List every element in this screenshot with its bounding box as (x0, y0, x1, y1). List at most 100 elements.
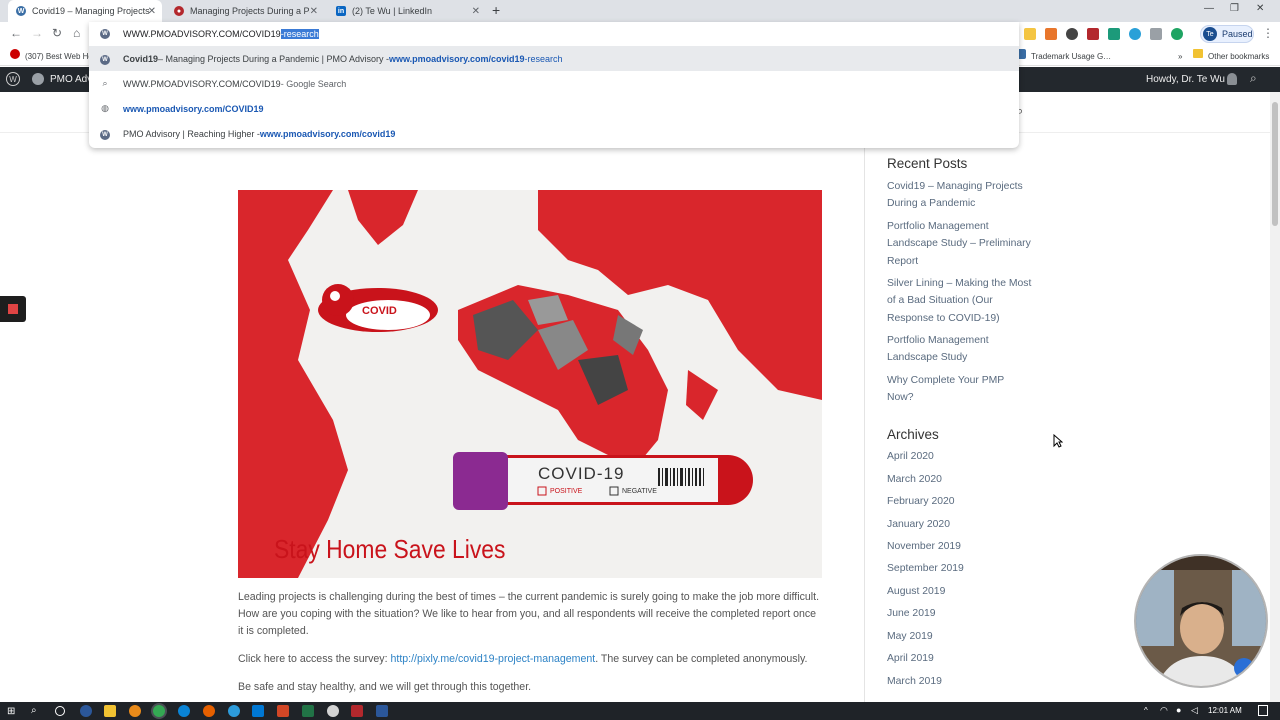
recent-post-link[interactable]: Why Complete Your PMP Now? (887, 372, 1032, 407)
archive-link[interactable]: January 2020 (887, 516, 1032, 533)
close-icon[interactable]: ✕ (310, 6, 318, 17)
notifications-icon[interactable] (1258, 705, 1268, 716)
suggestion-title: Covid19 (123, 53, 159, 64)
windows-start-icon[interactable]: ⊞ (7, 706, 15, 717)
search-icon[interactable]: ⌕ (31, 705, 37, 716)
stop-record-icon[interactable] (8, 304, 18, 314)
suggestion-row[interactable]: ◍ www.pmoadvisory.com/COVID19 (89, 96, 1019, 121)
bookmark-item[interactable]: Trademark Usage G… (1031, 52, 1111, 61)
word-icon[interactable] (376, 705, 388, 717)
acrobat-icon[interactable] (351, 705, 363, 717)
article-paragraph: Leading projects is challenging during t… (238, 591, 820, 637)
reload-icon[interactable]: ↻ (52, 26, 62, 40)
cortana-icon[interactable] (55, 706, 65, 716)
tab-title: (2) Te Wu | LinkedIn (352, 6, 433, 16)
profile-button[interactable]: Te Paused (1200, 25, 1254, 43)
edge-icon[interactable] (178, 705, 190, 717)
tab-strip: W Covid19 – Managing Projects Du ✕ ● Man… (0, 0, 1280, 22)
suggestion-url: www.pmoadvisory.com/covid19 (388, 53, 525, 64)
address-autocomplete: -research (280, 29, 319, 39)
suggestion-url: www.pmoadvisory.com/covid19 (259, 128, 396, 139)
recent-post-link[interactable]: Silver Lining – Making the Most of a Bad… (887, 275, 1032, 327)
clock[interactable]: 12:01 AM (1208, 706, 1242, 715)
site-name-link[interactable]: PMO Adv (50, 74, 92, 85)
archive-link[interactable]: March 2020 (887, 471, 1032, 488)
file-explorer-icon[interactable] (104, 705, 116, 717)
archive-link[interactable]: November 2019 (887, 538, 1032, 555)
suggestion-row[interactable]: ⌕ WWW.PMOADVISORY.COM/COVID19 - Google S… (89, 71, 1019, 96)
new-tab-icon[interactable]: + (492, 2, 500, 18)
recording-widget[interactable] (0, 296, 26, 322)
address-bar[interactable]: W WWW.PMOADVISORY.COM/COVID19 -research (89, 22, 1019, 46)
archive-link[interactable]: June 2019 (887, 605, 1032, 622)
windows-taskbar: ⊞ ⌕ ^ ◠ ● ◁ 12:01 AM (0, 702, 1280, 720)
forward-icon[interactable]: → (31, 26, 43, 40)
archive-link[interactable]: August 2019 (887, 583, 1032, 600)
positive-label: POSITIVE (550, 488, 583, 495)
scrollbar-thumb[interactable] (1272, 102, 1278, 226)
wordpress-icon: W (100, 54, 110, 65)
chevron-up-icon[interactable]: ^ (1144, 706, 1148, 715)
minimize-icon[interactable]: — (1204, 3, 1214, 14)
excel-icon[interactable] (302, 705, 314, 717)
extension-icon[interactable] (1171, 28, 1183, 40)
archive-link[interactable]: May 2019 (887, 628, 1032, 645)
extension-icon[interactable] (1129, 28, 1141, 40)
app-icon[interactable] (80, 705, 92, 717)
suggestion-query: WWW.PMOADVISORY.COM/COVID19 (123, 78, 281, 89)
volume-icon[interactable]: ◁ (1191, 705, 1198, 716)
close-window-icon[interactable]: ✕ (1256, 3, 1264, 14)
survey-icon: ● (174, 6, 184, 16)
survey-link[interactable]: http://pixly.me/covid19-project-manageme… (391, 653, 596, 665)
wordpress-logo-icon[interactable]: W (6, 72, 20, 86)
powerpoint-icon[interactable] (277, 705, 289, 717)
restore-icon[interactable]: ❐ (1230, 3, 1239, 14)
suggestion-row[interactable]: W Covid19 – Managing Projects During a P… (89, 46, 1019, 71)
search-icon[interactable]: ⌕ (1250, 71, 1257, 86)
extension-icon[interactable] (1150, 28, 1162, 40)
survey-text: . The survey can be completed anonymousl… (595, 653, 808, 665)
archive-link[interactable]: April 2019 (887, 650, 1032, 667)
address-typed-text: WWW.PMOADVISORY.COM/COVID19 (123, 29, 281, 39)
recent-post-link[interactable]: Covid19 – Managing Projects During a Pan… (887, 178, 1032, 213)
extension-icon[interactable] (1024, 28, 1036, 40)
webcam-overlay (1134, 554, 1268, 688)
extension-icon[interactable] (1108, 28, 1120, 40)
chrome-icon[interactable] (153, 705, 165, 717)
wifi-icon[interactable]: ◠ (1160, 705, 1168, 716)
outlook-icon[interactable] (252, 705, 264, 717)
microphone-icon[interactable]: ● (1176, 705, 1181, 715)
archive-link[interactable]: September 2019 (887, 560, 1032, 577)
close-icon[interactable]: ✕ (148, 6, 156, 17)
home-icon[interactable]: ⌂ (73, 26, 80, 40)
archive-link[interactable]: April 2020 (887, 448, 1032, 465)
world-map-illustration (238, 190, 822, 578)
suggestion-suffix: - Google Search (280, 78, 347, 89)
chevron-right-icon[interactable]: » (1178, 52, 1182, 61)
tab-linkedin[interactable]: in (2) Te Wu | LinkedIn ✕ (328, 0, 486, 22)
user-avatar-icon[interactable] (1227, 73, 1237, 85)
archive-link[interactable]: February 2020 (887, 493, 1032, 510)
suggestion-row[interactable]: W PMO Advisory | Reaching Higher - www.p… (89, 121, 1019, 146)
tab-managing-projects[interactable]: ● Managing Projects During a Pan ✕ (166, 0, 324, 22)
app-icon[interactable] (129, 705, 141, 717)
menu-icon[interactable]: ⋮ (1262, 26, 1274, 40)
extension-icon[interactable] (1066, 28, 1078, 40)
suggestion-url: www.pmoadvisory.com/COVID19 (123, 103, 264, 114)
app-icon[interactable] (228, 705, 240, 717)
globe-icon: ◍ (101, 103, 109, 113)
recent-post-link[interactable]: Portfolio Management Landscape Study – P… (887, 218, 1032, 270)
app-icon[interactable] (327, 705, 339, 717)
pdf-extension-icon[interactable] (1087, 28, 1099, 40)
extension-icon[interactable] (1045, 28, 1057, 40)
other-bookmarks[interactable]: Other bookmarks (1208, 52, 1269, 61)
back-icon[interactable]: ← (10, 26, 22, 40)
user-greeting[interactable]: Howdy, Dr. Te Wu (1146, 74, 1225, 85)
close-icon[interactable]: ✕ (472, 6, 480, 17)
recent-posts-heading: Recent Posts (887, 156, 968, 171)
archive-link[interactable]: March 2019 (887, 673, 1032, 690)
tab-covid19[interactable]: W Covid19 – Managing Projects Du ✕ (8, 0, 162, 22)
recent-post-link[interactable]: Portfolio Management Landscape Study (887, 332, 1032, 367)
firefox-icon[interactable] (203, 705, 215, 717)
survey-paragraph: Click here to access the survey: http://… (238, 651, 822, 668)
